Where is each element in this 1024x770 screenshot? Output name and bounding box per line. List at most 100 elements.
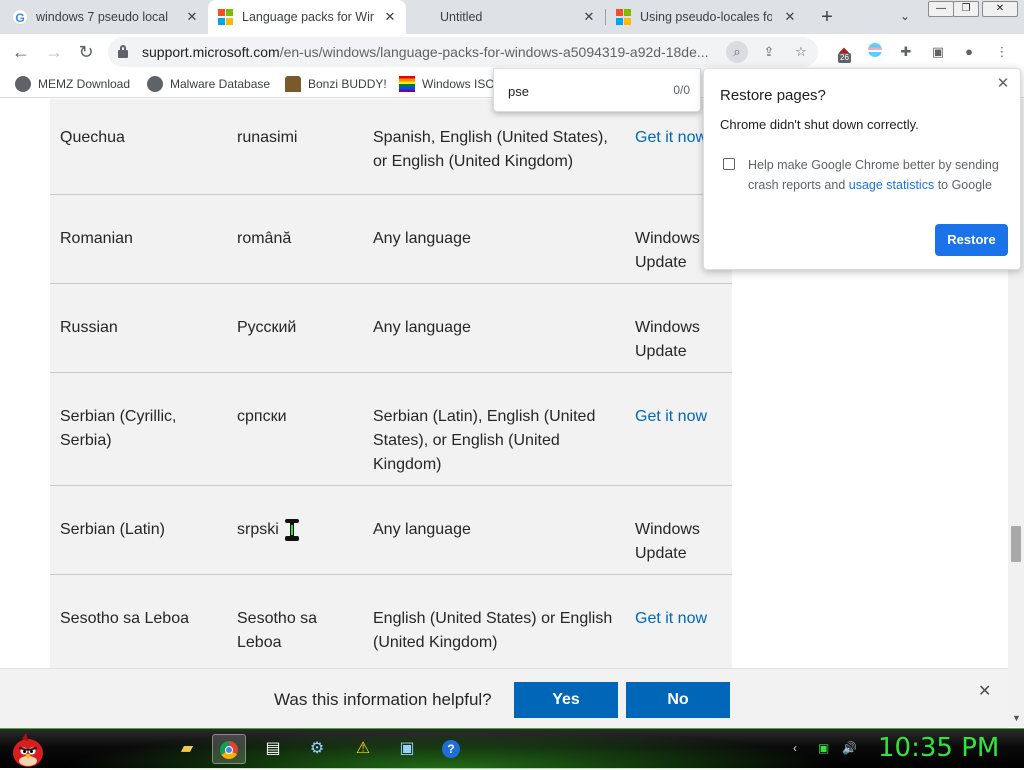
- tab-1[interactable]: G windows 7 pseudo localiz ✕: [12, 0, 208, 34]
- new-tab-button[interactable]: +: [816, 6, 838, 28]
- share-icon[interactable]: ⇪: [758, 41, 780, 63]
- language-cell: Russian: [60, 319, 118, 336]
- find-match-count: 0/0: [673, 83, 690, 97]
- volume-icon[interactable]: 🔊: [842, 741, 857, 755]
- dialog-message: Chrome didn't shut down correctly.: [720, 117, 919, 132]
- base-language-cell: English (United States) or English (Unit…: [373, 610, 613, 651]
- dialog-title: Restore pages?: [720, 87, 826, 104]
- address-bar[interactable]: support.microsoft.com/en-us/windows/lang…: [108, 37, 818, 67]
- reload-button[interactable]: ↻: [74, 40, 98, 64]
- taskbar: ▰ ▤ ⚙ ⚠ ▣ ? ‹ ▣ 🔊 10:35 PM: [0, 728, 1024, 769]
- bookmark-label: Bonzi BUDDY!: [308, 77, 387, 91]
- close-icon[interactable]: ✕: [994, 75, 1012, 93]
- table-row: Serbian (Latin) srpski Any language Wind…: [50, 486, 732, 575]
- url-host: support.microsoft.com: [142, 44, 280, 60]
- tab-2[interactable]: Language packs for Wind ✕: [208, 0, 406, 34]
- language-cell: Serbian (Latin): [60, 521, 165, 538]
- rainbow-flag-icon: [399, 76, 415, 92]
- help-icon[interactable]: ?: [434, 734, 468, 764]
- warning-icon[interactable]: ⚠: [346, 734, 380, 764]
- bookmark-label: MEMZ Download: [38, 77, 131, 91]
- extensions-puzzle-icon[interactable]: ✚: [897, 43, 915, 61]
- close-icon[interactable]: ✕: [978, 681, 991, 701]
- native-name-cell: Sesotho sa Leboa: [237, 610, 318, 651]
- file-explorer-icon[interactable]: ▰: [170, 734, 204, 764]
- table-row: Serbian (Cyrillic, Serbia) српски Serbia…: [50, 373, 732, 486]
- find-in-page-icon[interactable]: ⌕: [726, 41, 748, 63]
- feedback-question: Was this information helpful?: [274, 690, 492, 709]
- native-name-cell: Русский: [237, 319, 297, 336]
- base-language-cell: Any language: [373, 521, 471, 538]
- toolbar: ← → ↻ support.microsoft.com/en-us/window…: [0, 34, 1024, 70]
- get-it-now-link[interactable]: Get it now: [635, 405, 735, 429]
- bookmark-memz[interactable]: MEMZ Download: [15, 75, 130, 93]
- close-window-button[interactable]: ✕: [982, 1, 1018, 17]
- yes-button[interactable]: Yes: [514, 682, 618, 718]
- native-name-cell: română: [237, 230, 292, 247]
- scroll-down-arrow-icon[interactable]: ▼: [1012, 713, 1021, 723]
- bookmark-bonzi[interactable]: Bonzi BUDDY!: [285, 75, 387, 93]
- side-panel-icon[interactable]: ▣: [929, 43, 947, 61]
- tab-search-icon[interactable]: ⌄: [896, 7, 914, 25]
- bonzi-icon: [285, 76, 301, 92]
- close-tab-icon[interactable]: ✕: [581, 9, 597, 25]
- close-tab-icon[interactable]: ✕: [782, 9, 798, 25]
- bookmark-label: Malware Database: [170, 77, 271, 91]
- profile-avatar-icon[interactable]: ●: [960, 43, 978, 61]
- battery-icon[interactable]: ▣: [818, 741, 829, 755]
- get-it-now-link[interactable]: Get it now: [635, 607, 735, 631]
- menu-kebab-icon[interactable]: ⋮: [993, 43, 1011, 61]
- tab-title: Language packs for Wind: [242, 10, 374, 24]
- taskbar-clock[interactable]: 10:35 PM: [878, 733, 999, 763]
- table-row: Quechua runasimi Spanish, English (Unite…: [50, 99, 732, 195]
- language-cell: Serbian (Cyrillic, Serbia): [60, 408, 177, 449]
- find-input[interactable]: [508, 81, 648, 101]
- minimize-button[interactable]: —: [928, 1, 954, 17]
- restore-pages-dialog: Restore pages? ✕ Chrome didn't shut down…: [703, 68, 1021, 270]
- network-icon[interactable]: ⚙: [300, 734, 334, 764]
- crash-report-checkbox[interactable]: [723, 158, 735, 170]
- remote-desktop-icon[interactable]: ▣: [390, 734, 424, 764]
- table-row: Russian Русский Any language Windows Upd…: [50, 284, 732, 373]
- checkbox-text: to Google: [934, 178, 992, 192]
- tab-3[interactable]: Untitled ✕: [440, 0, 605, 34]
- language-table: Quechua runasimi Spanish, English (Unite…: [50, 99, 732, 675]
- tab-title: Using pseudo-locales for: [640, 10, 772, 24]
- tab-separator: [605, 9, 606, 25]
- back-button[interactable]: ←: [9, 40, 33, 64]
- windows-update-cell: Windows Update: [635, 521, 700, 562]
- no-button[interactable]: No: [626, 682, 730, 718]
- table-row: Sesotho sa Leboa Sesotho sa Leboa Englis…: [50, 575, 732, 675]
- extension-badge: 26: [838, 53, 851, 63]
- tab-title: Untitled: [440, 10, 483, 24]
- base-language-cell: Spanish, English (United States), or Eng…: [373, 129, 608, 170]
- chrome-taskbar-icon[interactable]: [212, 734, 246, 764]
- restore-button[interactable]: Restore: [935, 224, 1008, 256]
- start-button-angry-bird-icon[interactable]: [8, 731, 48, 769]
- language-cell: Sesotho sa Leboa: [60, 610, 189, 627]
- tab-strip: G windows 7 pseudo localiz ✕ Language pa…: [0, 0, 1024, 34]
- base-language-cell: Any language: [373, 319, 471, 336]
- extension-flag-icon[interactable]: [866, 43, 884, 61]
- microsoft-icon: [616, 9, 632, 25]
- bookmark-malware-db[interactable]: Malware Database: [147, 75, 270, 93]
- tab-title: windows 7 pseudo localiz: [36, 10, 168, 24]
- tray-expand-icon[interactable]: ‹: [793, 741, 797, 755]
- lock-icon[interactable]: [118, 45, 128, 58]
- close-tab-icon[interactable]: ✕: [184, 9, 200, 25]
- feedback-bar: Was this information helpful? Yes No ✕: [0, 668, 1008, 728]
- base-language-cell: Any language: [373, 230, 471, 247]
- bookmark-star-icon[interactable]: ☆: [790, 41, 812, 63]
- url-text[interactable]: support.microsoft.com/en-us/windows/lang…: [142, 44, 722, 60]
- control-panel-icon[interactable]: ▤: [256, 734, 290, 764]
- close-tab-icon[interactable]: ✕: [382, 9, 398, 25]
- forward-button[interactable]: →: [42, 40, 66, 64]
- tab-4[interactable]: Using pseudo-locales for ✕: [616, 0, 806, 34]
- scrollbar-thumb[interactable]: [1011, 526, 1021, 562]
- table-row: Romanian română Any language Windows Upd…: [50, 195, 732, 284]
- bookmark-windows-iso[interactable]: Windows ISO: [399, 75, 495, 93]
- usage-statistics-link[interactable]: usage statistics: [849, 178, 934, 192]
- bookmark-label: Windows ISO: [422, 77, 495, 91]
- maximize-button[interactable]: ❐: [953, 1, 979, 17]
- url-path: /en-us/windows/language-packs-for-window…: [279, 44, 709, 60]
